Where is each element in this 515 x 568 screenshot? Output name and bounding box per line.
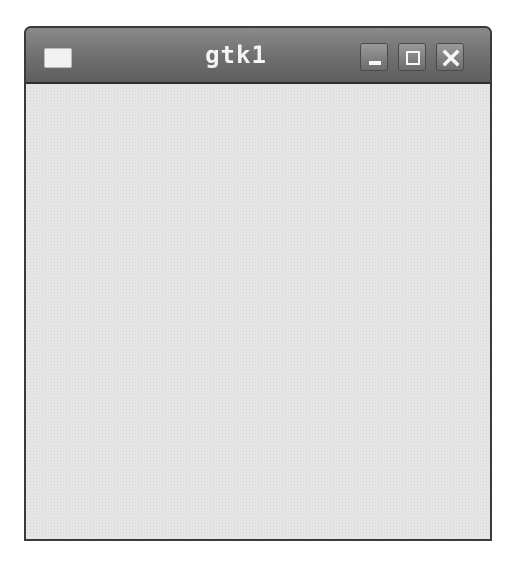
window-content-area <box>26 84 490 539</box>
title-bar[interactable]: gtk1 <box>26 28 490 84</box>
application-window: gtk1 <box>24 26 492 541</box>
close-icon <box>442 49 460 67</box>
minimize-icon <box>369 61 381 65</box>
window-menu-icon[interactable] <box>44 48 72 68</box>
minimize-button[interactable] <box>360 43 388 71</box>
maximize-button[interactable] <box>398 43 426 71</box>
close-button[interactable] <box>436 43 464 71</box>
maximize-icon <box>406 51 420 65</box>
window-title: gtk1 <box>205 41 267 69</box>
